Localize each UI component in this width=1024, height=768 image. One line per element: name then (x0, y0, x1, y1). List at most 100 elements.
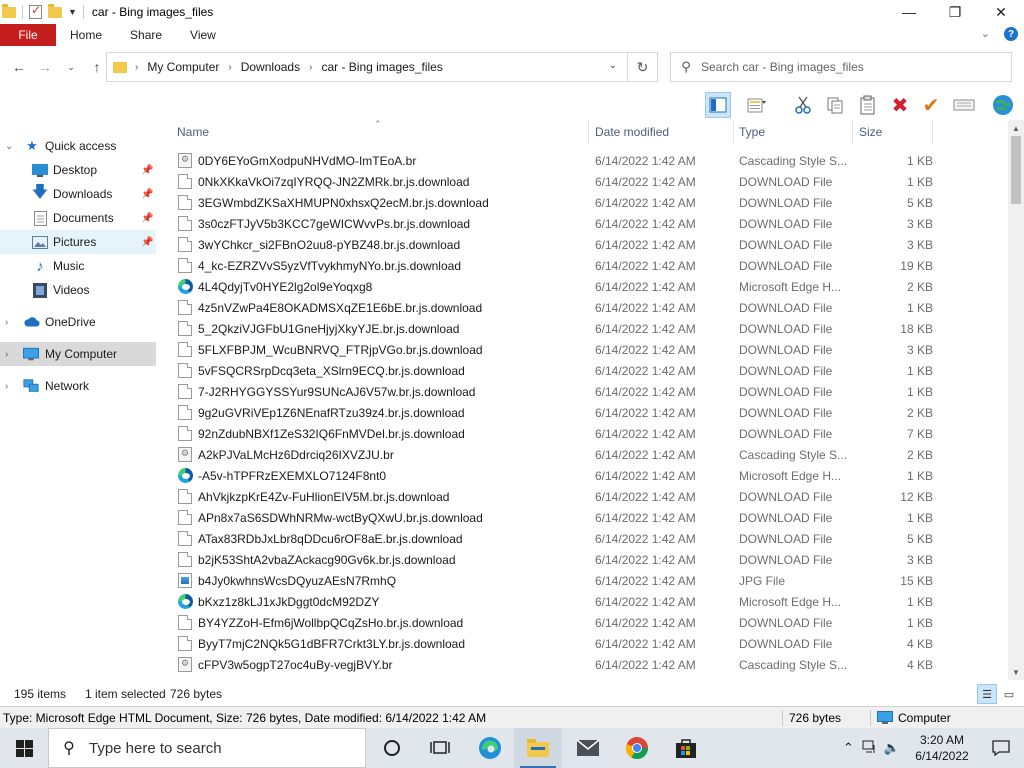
scroll-up-icon[interactable]: ▲ (1008, 120, 1024, 136)
sidebar-item-desktop[interactable]: Desktop 📌 (0, 158, 156, 182)
scrollbar-thumb[interactable] (1011, 136, 1021, 204)
pin-icon[interactable]: 📌 (141, 189, 153, 200)
file-row[interactable]: ATax83RDbJxLbr8qDDcu6rOF8aE.br.js.downlo… (178, 528, 938, 549)
column-divider[interactable] (932, 120, 933, 144)
properties-icon[interactable] (29, 3, 42, 19)
file-row[interactable]: 3s0czFTJyV5b3KCC7geWICWvvPs.br.js.downlo… (178, 213, 938, 234)
file-row[interactable]: BY4YZZoH-Efm6jWollbpQCqZsHo.br.js.downlo… (178, 612, 938, 633)
file-explorer-taskbar-icon[interactable] (514, 728, 562, 768)
file-row[interactable]: 4L4QdyjTv0HYE2lg2ol9eYoqxg8 6/14/2022 1:4… (178, 276, 938, 297)
sidebar-item-onedrive[interactable]: › OneDrive (0, 310, 156, 334)
edge-taskbar-icon[interactable] (466, 728, 514, 768)
tab-share[interactable]: Share (116, 24, 176, 46)
store-icon[interactable] (662, 728, 710, 768)
chevron-up-icon[interactable]: ⌃ (843, 740, 854, 756)
tab-home[interactable]: Home (56, 24, 116, 46)
sidebar-item-music[interactable]: ♪ Music (0, 254, 156, 278)
column-divider[interactable] (733, 120, 734, 144)
chevron-down-icon[interactable]: ⌄ (5, 141, 13, 152)
sidebar-item-documents[interactable]: Documents 📌 (0, 206, 156, 230)
file-row[interactable]: b4Jy0kwhnsWcsDQyuzAEsN7RmhQ 6/14/2022 1:4… (178, 570, 938, 591)
help-icon[interactable]: ? (1004, 27, 1018, 41)
minimize-button[interactable]: — (886, 0, 932, 24)
tab-view[interactable]: View (176, 24, 230, 46)
sidebar-item-downloads[interactable]: 🡇 Downloads 📌 (0, 182, 156, 206)
task-view-icon[interactable] (416, 728, 464, 768)
chevron-down-icon[interactable]: ⌄ (609, 60, 617, 71)
search-box[interactable]: ⚲ (670, 52, 1012, 82)
delete-icon[interactable]: ✖ (887, 92, 913, 118)
start-button[interactable] (0, 728, 48, 768)
tab-file[interactable]: File (0, 24, 56, 46)
paste-icon[interactable] (855, 92, 881, 118)
column-divider[interactable] (852, 120, 853, 144)
keyboard-icon[interactable] (951, 92, 977, 118)
file-row[interactable]: 4z5nVZwPa4E8OKADMSXqZE1E6bE.br.js.downlo… (178, 297, 938, 318)
preview-pane-button[interactable] (705, 92, 731, 118)
details-view-button[interactable]: ☰ (977, 684, 997, 704)
refresh-button[interactable]: ↻ (627, 53, 657, 81)
globe-icon[interactable] (990, 92, 1016, 118)
recent-locations-button[interactable]: ⌄ (60, 56, 82, 78)
file-row[interactable]: 0DY6EYoGmXodpuNHVdMO-ImTEoA.br 6/14/2022 … (178, 150, 938, 171)
forward-button[interactable]: → (34, 56, 56, 78)
sidebar-item-quick-access[interactable]: ⌄ ★ Quick access (0, 134, 156, 158)
folder-icon[interactable] (2, 3, 16, 18)
file-row[interactable]: 92nZdubNBXf1ZeS32IQ6FnMVDel.br.js.downlo… (178, 423, 938, 444)
mail-icon[interactable] (564, 728, 612, 768)
sidebar-item-my-computer[interactable]: › My Computer (0, 342, 156, 366)
new-folder-icon[interactable] (48, 3, 62, 18)
file-row[interactable]: b2jK53ShtA2vbaZAckacg90Gv6k.br.js.downlo… (178, 549, 938, 570)
file-row[interactable]: 5_2QkziVJGFbU1GneHjyjXkyYJE.br.js.downlo… (178, 318, 938, 339)
column-name[interactable]: Name (177, 125, 209, 139)
chrome-icon[interactable] (613, 728, 661, 768)
file-row[interactable]: 0NkXKkaVkOi7zqIYRQQ-JN2ZMRk.br.js.downlo… (178, 171, 938, 192)
sidebar-item-pictures[interactable]: Pictures 📌 (0, 230, 156, 254)
address-bar[interactable]: › My Computer › Downloads › car - Bing i… (106, 52, 658, 82)
taskbar-search-box[interactable]: ⚲ Type here to search (48, 728, 366, 768)
chevron-right-icon[interactable]: › (309, 62, 312, 73)
search-input[interactable] (701, 60, 991, 74)
copy-icon[interactable] (822, 92, 848, 118)
file-row[interactable]: cFPV3w5ogpT27oc4uBy-vegjBVY.br 6/14/2022 … (178, 654, 938, 675)
large-icons-view-button[interactable]: ▭ (999, 684, 1019, 704)
close-button[interactable]: ✕ (978, 0, 1024, 24)
file-row[interactable]: 5FLXFBPJM_WcuBNRVQ_FTRjpVGo.br.js.downlo… (178, 339, 938, 360)
customize-quick-access-icon[interactable]: ▼ (68, 7, 77, 17)
file-row[interactable]: A2kPJVaLMcHz6Ddrciq26IXVZJU.br 6/14/2022 … (178, 444, 938, 465)
cortana-icon[interactable] (368, 728, 416, 768)
file-row[interactable]: AhVkjkzpKrE4Zv-FuHlionEIV5M.br.js.downlo… (178, 486, 938, 507)
file-row[interactable]: APn8x7aS6SDWhNRMw-wctByQXwU.br.js.downlo… (178, 507, 938, 528)
vertical-scrollbar[interactable]: ▲ ▼ (1008, 120, 1024, 680)
file-row[interactable]: ByyT7mjC2NQk5G1dBFR7Crkt3LY.br.js.downlo… (178, 633, 938, 654)
breadcrumb-current-folder[interactable]: car - Bing images_files (321, 60, 442, 74)
column-size[interactable]: Size (859, 125, 882, 139)
chevron-right-icon[interactable]: › (5, 349, 8, 360)
breadcrumb-my-computer[interactable]: My Computer (147, 60, 219, 74)
cut-icon[interactable] (790, 92, 816, 118)
file-row[interactable]: 5vFSQCRSrpDcq3eta_XSlrn9ECQ.br.js.downlo… (178, 360, 938, 381)
column-type[interactable]: Type (739, 125, 765, 139)
maximize-button[interactable]: ❐ (932, 0, 978, 24)
column-date-modified[interactable]: Date modified (595, 125, 669, 139)
chevron-right-icon[interactable]: › (228, 62, 231, 73)
rename-check-icon[interactable]: ✔ (918, 92, 944, 118)
chevron-right-icon[interactable]: › (5, 381, 8, 392)
chevron-right-icon[interactable]: › (135, 62, 138, 73)
file-row[interactable]: 4_kc-EZRZVvS5yzVfTvykhmyNYo.br.js.downlo… (178, 255, 938, 276)
up-button[interactable]: ↑ (86, 56, 108, 78)
column-divider[interactable] (588, 120, 589, 144)
pin-icon[interactable]: 📌 (141, 237, 153, 248)
file-row[interactable]: -A5v-hTPFRzEXEMXLO7124F8nt0 6/14/2022 1:4… (178, 465, 938, 486)
notifications-icon[interactable] (978, 728, 1024, 768)
volume-icon[interactable]: 🔈 (884, 740, 900, 756)
clock[interactable]: 3:20 AM 6/14/2022 (906, 732, 978, 764)
file-row[interactable]: 3wYChkcr_si2FBnO2uu8-pYBZ48.br.js.downlo… (178, 234, 938, 255)
file-row[interactable]: bKxz1z8kLJ1xJkDggt0dcM92DZY 6/14/2022 1:4… (178, 591, 938, 612)
expand-ribbon-icon[interactable]: ⌄ (981, 27, 990, 41)
back-button[interactable]: ← (8, 56, 30, 78)
sidebar-item-network[interactable]: › Network (0, 374, 156, 398)
network-status-icon[interactable] (862, 740, 878, 757)
sidebar-item-videos[interactable]: Videos (0, 278, 156, 302)
chevron-right-icon[interactable]: › (5, 317, 8, 328)
